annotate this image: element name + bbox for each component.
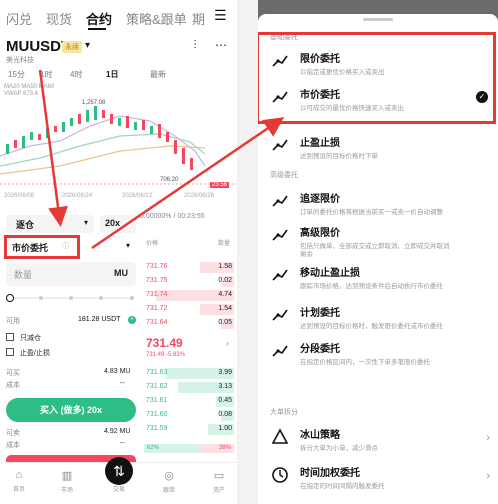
arrow-to-sheet (91, 117, 285, 250)
screenshot-stage: 闪兑 现货 合约 策略&跟单 期 ☰ MUUSDT 永续 ▾ 美光科技 ⫶ ⋯ … (0, 0, 498, 504)
arrow-to-order-type (38, 69, 68, 227)
annotation-arrows (38, 69, 285, 250)
